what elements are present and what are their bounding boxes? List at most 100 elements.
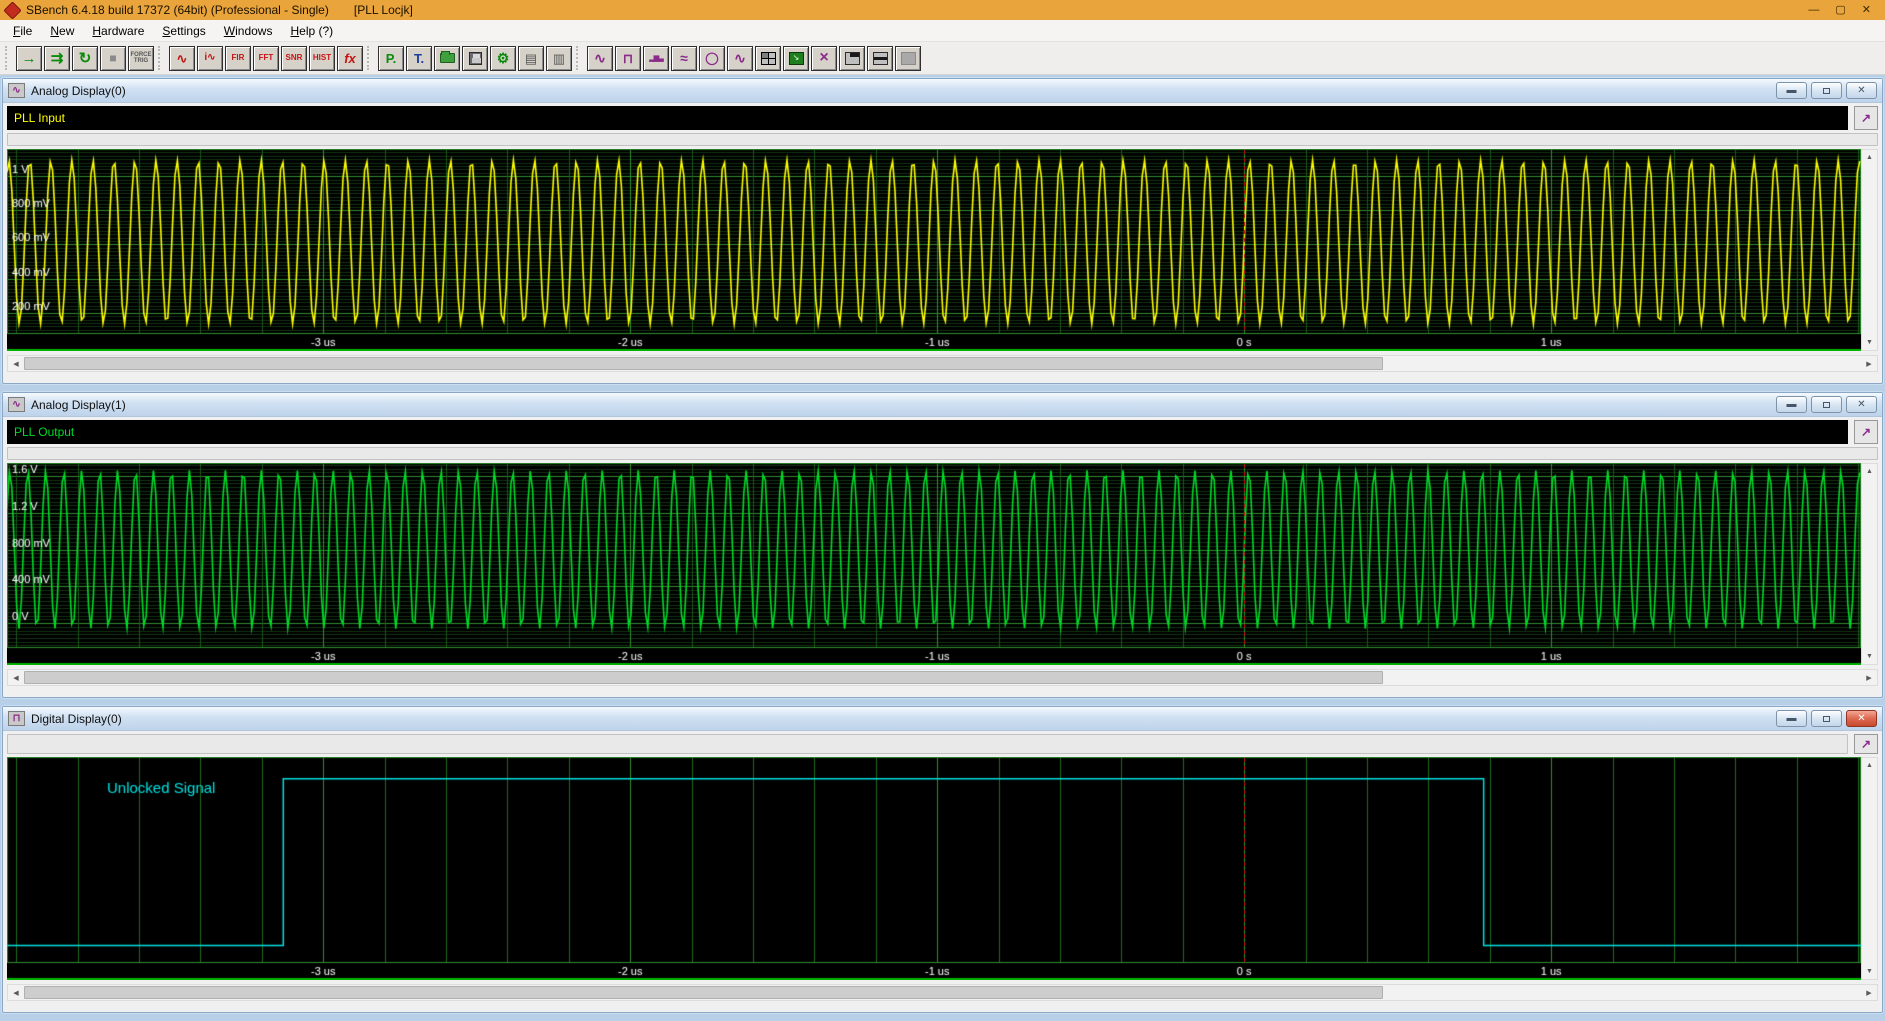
- fft-icon: FFT: [258, 53, 274, 62]
- histogram-button[interactable]: HIST: [309, 45, 335, 71]
- plot-area: [7, 757, 1861, 980]
- app-close-button[interactable]: ✕: [1862, 0, 1871, 20]
- scroll-up-icon[interactable]: ▲: [1862, 464, 1877, 479]
- restore-button[interactable]: [1811, 82, 1842, 99]
- scroll-down-icon[interactable]: ▼: [1862, 649, 1877, 664]
- menu-windows[interactable]: Windows: [215, 22, 282, 40]
- restore-button[interactable]: [1811, 710, 1842, 727]
- scroll-up-icon[interactable]: ▲: [1862, 758, 1877, 773]
- scroll-track[interactable]: [24, 356, 1861, 371]
- layout-rows-button[interactable]: [867, 45, 893, 71]
- open-file-button[interactable]: [434, 45, 460, 71]
- blank-layout-button[interactable]: [895, 45, 921, 71]
- snr-analysis-button[interactable]: SNR: [281, 45, 307, 71]
- analog-display-0-window: ∿ Analog Display(0) ▬ ✕ PLL Input ↗ ▲ ▼ …: [2, 78, 1883, 384]
- report-preview-button[interactable]: ▤: [518, 45, 544, 71]
- horizontal-scrollbar[interactable]: ◀ ▶: [7, 984, 1878, 1001]
- scroll-left-icon[interactable]: ◀: [8, 356, 24, 371]
- plot-row: ▲ ▼: [7, 757, 1878, 980]
- new-multi-display-button[interactable]: ≈: [671, 45, 697, 71]
- scroll-track[interactable]: [24, 985, 1861, 1000]
- app-maximize-button[interactable]: ▢: [1835, 0, 1845, 20]
- save-file-button[interactable]: [462, 45, 488, 71]
- loop-acquisition-button[interactable]: ↻: [72, 45, 98, 71]
- analog-display-icon: ∿: [594, 50, 606, 66]
- fir-filter-button[interactable]: FIR: [225, 45, 251, 71]
- scroll-track[interactable]: [1862, 479, 1877, 649]
- force-trigger-button[interactable]: FORCE TRIG: [128, 45, 154, 71]
- close-button[interactable]: ✕: [1846, 710, 1877, 727]
- scroll-right-icon[interactable]: ▶: [1861, 985, 1877, 1000]
- settings-button[interactable]: ⚙: [490, 45, 516, 71]
- scroll-track[interactable]: [24, 670, 1861, 685]
- stop-acquisition-button[interactable]: ■: [100, 45, 126, 71]
- horizontal-scrollbar[interactable]: ◀ ▶: [7, 669, 1878, 686]
- scroll-down-icon[interactable]: ▼: [1862, 964, 1877, 979]
- menu-help[interactable]: Help (?): [281, 22, 342, 40]
- scroll-thumb[interactable]: [24, 986, 1384, 999]
- pan-strip[interactable]: [7, 133, 1878, 146]
- cascade-displays-button[interactable]: ↘: [783, 45, 809, 71]
- signal-calculation-button[interactable]: ∿: [169, 45, 195, 71]
- scroll-up-icon[interactable]: ▲: [1862, 150, 1877, 165]
- pan-strip[interactable]: [7, 447, 1878, 460]
- scroll-right-icon[interactable]: ▶: [1861, 670, 1877, 685]
- display-settings-button[interactable]: ↗: [1854, 734, 1878, 754]
- new-analog-display-button[interactable]: ∿: [587, 45, 613, 71]
- signal-info-button[interactable]: i∿: [197, 45, 223, 71]
- report-list-button[interactable]: ▥: [546, 45, 572, 71]
- minimize-button[interactable]: ▬: [1776, 396, 1807, 413]
- new-spectrum-display-button[interactable]: ▂▆▃: [643, 45, 669, 71]
- analog-display-0-titlebar[interactable]: ∿ Analog Display(0) ▬ ✕: [3, 79, 1882, 103]
- scroll-thumb[interactable]: [24, 671, 1384, 684]
- menu-settings[interactable]: Settings: [153, 22, 214, 40]
- scroll-thumb[interactable]: [24, 357, 1384, 370]
- vertical-scrollbar[interactable]: ▲ ▼: [1861, 149, 1878, 351]
- scroll-left-icon[interactable]: ◀: [8, 670, 24, 685]
- scroll-right-icon[interactable]: ▶: [1861, 356, 1877, 371]
- pll-input-plot[interactable]: [7, 149, 1861, 351]
- horizontal-scrollbar[interactable]: ◀ ▶: [7, 355, 1878, 372]
- scroll-track[interactable]: [1862, 165, 1877, 335]
- close-button[interactable]: ✕: [1846, 396, 1877, 413]
- restore-button[interactable]: [1811, 396, 1842, 413]
- digital-display-icon: ⊓: [622, 50, 634, 66]
- close-button[interactable]: ✕: [1846, 82, 1877, 99]
- menu-file[interactable]: File: [4, 22, 41, 40]
- quad-layout-button[interactable]: [755, 45, 781, 71]
- menu-hardware[interactable]: Hardware: [83, 22, 153, 40]
- function-button[interactable]: fx: [337, 45, 363, 71]
- new-digital-display-button[interactable]: ⊓: [615, 45, 641, 71]
- strip-row: ↗: [7, 734, 1878, 754]
- vertical-scrollbar[interactable]: ▲ ▼: [1861, 463, 1878, 665]
- minimize-button[interactable]: ▬: [1776, 82, 1807, 99]
- window-buttons: ▬ ✕: [1776, 82, 1877, 99]
- scroll-left-icon[interactable]: ◀: [8, 985, 24, 1000]
- app-minimize-button[interactable]: —: [1808, 0, 1819, 20]
- minimize-button[interactable]: ▬: [1776, 710, 1807, 727]
- unlocked-signal-plot[interactable]: [7, 757, 1861, 980]
- pan-strip[interactable]: [7, 734, 1848, 754]
- close-display-button[interactable]: ×: [811, 45, 837, 71]
- digital-display-0-titlebar[interactable]: ⊓ Digital Display(0) ▬ ✕: [3, 707, 1882, 731]
- new-xy-display-button[interactable]: ◯: [699, 45, 725, 71]
- scroll-down-icon[interactable]: ▼: [1862, 335, 1877, 350]
- start-acquisition-button[interactable]: →: [16, 45, 42, 71]
- layout-top-button[interactable]: [839, 45, 865, 71]
- analog-display-1-titlebar[interactable]: ∿ Analog Display(1) ▬ ✕: [3, 393, 1882, 417]
- zoom-arrow-icon: ↗: [1860, 737, 1872, 751]
- fft-button[interactable]: FFT: [253, 45, 279, 71]
- vertical-scrollbar[interactable]: ▲ ▼: [1861, 757, 1878, 980]
- scroll-track[interactable]: [1862, 773, 1877, 964]
- display-settings-button[interactable]: ↗: [1854, 106, 1878, 130]
- display-settings-button[interactable]: ↗: [1854, 420, 1878, 444]
- plot-area: [7, 149, 1861, 351]
- document-name: [PLL Locjk]: [353, 3, 413, 17]
- restart-acquisition-button[interactable]: ⇉: [44, 45, 70, 71]
- hist-icon: HIST: [312, 53, 332, 62]
- trigger-settings-button[interactable]: T.: [406, 45, 432, 71]
- menu-new[interactable]: New: [41, 22, 83, 40]
- input-parameters-button[interactable]: P.: [378, 45, 404, 71]
- new-waveform-display-button[interactable]: ∿: [727, 45, 753, 71]
- pll-output-plot[interactable]: [7, 463, 1861, 665]
